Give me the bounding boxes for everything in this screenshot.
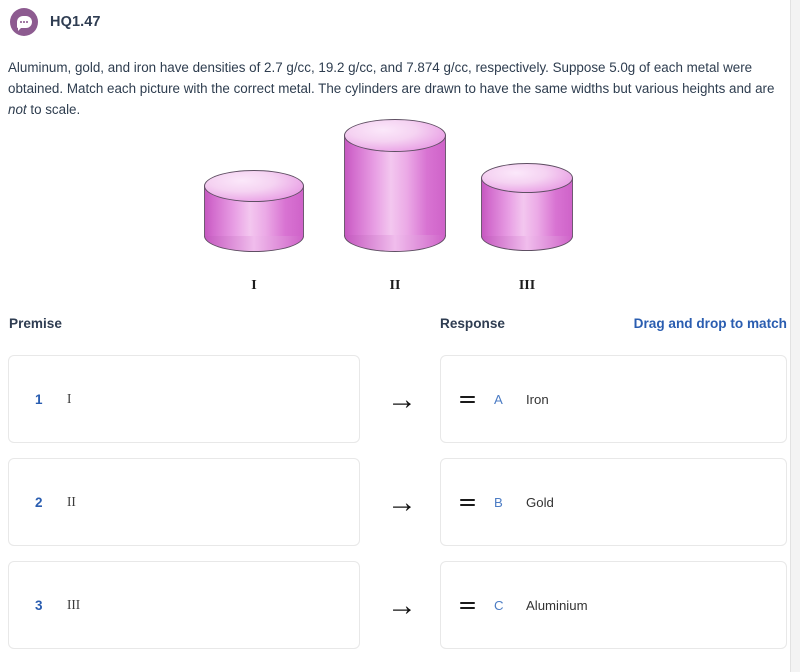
response-letter: A — [494, 391, 503, 407]
cylinder-i: I — [204, 110, 304, 300]
premise-label: II — [67, 494, 76, 509]
drag-handle-icon[interactable] — [460, 601, 475, 609]
match-arrow-icon: → — [387, 589, 417, 622]
premise-card[interactable]: 2 II — [8, 458, 360, 546]
cylinder-iii: III — [481, 110, 573, 300]
match-arrow-icon: → — [387, 383, 417, 416]
match-arrow-icon: → — [387, 486, 417, 519]
premise-label: III — [67, 597, 81, 612]
response-label: Iron — [526, 391, 549, 407]
response-label: Aluminium — [526, 597, 588, 613]
avatar — [10, 8, 38, 36]
response-card[interactable]: B Gold — [440, 458, 787, 546]
drag-handle-icon[interactable] — [460, 395, 475, 403]
response-card[interactable]: C Aluminium — [440, 561, 787, 649]
question-header: HQ1.47 — [0, 0, 101, 36]
match-row: 2 II → B Gold — [0, 458, 790, 546]
drag-and-drop-hint: Drag and drop to match — [633, 316, 787, 331]
premise-index: 2 — [35, 494, 43, 510]
question-page: HQ1.47 Aluminum, gold, and iron have den… — [0, 0, 790, 672]
page-title: HQ1.47 — [50, 14, 101, 30]
premise-index: 3 — [35, 597, 43, 613]
cylinder-figure: I II III — [0, 110, 790, 300]
cylinder-label: II — [389, 278, 401, 293]
premise-column-label: Premise — [9, 316, 62, 331]
speech-bubble-icon — [16, 16, 32, 31]
match-row: 3 III → C Aluminium — [0, 561, 790, 649]
cylinder-top-ellipse — [344, 118, 446, 152]
cylinder-ii: II — [344, 110, 446, 300]
premise-card[interactable]: 3 III — [8, 561, 360, 649]
premise-label: I — [67, 391, 72, 406]
page-scrollbar-gutter[interactable] — [790, 0, 800, 672]
cylinder-label: III — [518, 278, 536, 293]
response-letter: B — [494, 494, 503, 510]
cylinder-top-ellipse — [481, 163, 573, 193]
response-column-label: Response — [440, 316, 505, 331]
response-card[interactable]: A Iron — [440, 355, 787, 443]
column-headers: Premise Response Drag and drop to match — [0, 316, 790, 338]
response-letter: C — [494, 597, 504, 613]
cylinder-label: I — [251, 278, 257, 293]
matching-rows: 1 I → A Iron 2 II → B Gold 3 III → C Aluminium — [0, 355, 790, 664]
response-label: Gold — [526, 494, 554, 510]
drag-handle-icon[interactable] — [460, 498, 475, 506]
premise-index: 1 — [35, 391, 43, 407]
cylinder-top-ellipse — [204, 170, 304, 202]
prompt-line-2-a: Match each picture with the correct meta… — [66, 81, 775, 96]
premise-card[interactable]: 1I — [8, 355, 360, 443]
match-row: 1 I → A Iron — [0, 355, 790, 443]
